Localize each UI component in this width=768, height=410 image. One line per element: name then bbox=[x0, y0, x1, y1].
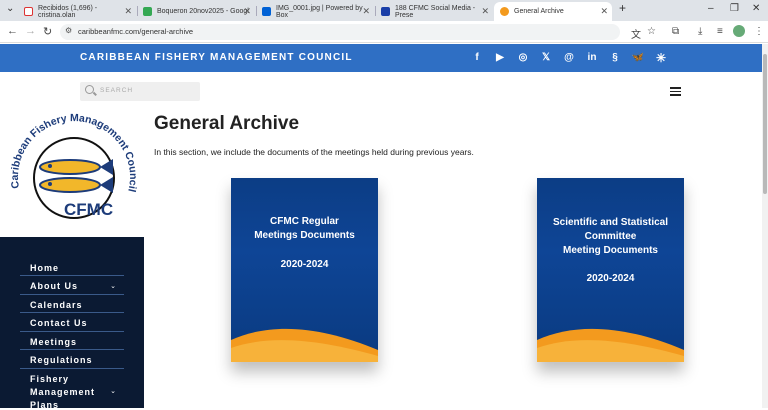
site-header-bar: CARIBBEAN FISHERY MANAGEMENT COUNCIL f ▶… bbox=[0, 44, 762, 72]
cfmc-icon bbox=[500, 7, 509, 16]
tab-gmail[interactable]: Recibidos (1,696) - cristina.olan ✕ bbox=[18, 2, 136, 21]
card-years: 2020-2024 bbox=[280, 259, 329, 270]
facebook-icon[interactable]: f bbox=[470, 51, 484, 65]
media-icon[interactable]: ≡ bbox=[717, 26, 723, 37]
scrollbar-thumb[interactable] bbox=[763, 54, 767, 194]
sidebar-item-calendars[interactable]: Calendars bbox=[20, 296, 124, 313]
profile-avatar-icon[interactable] bbox=[733, 25, 745, 37]
hamburger-menu-icon[interactable] bbox=[670, 87, 681, 96]
card-title-line: CFMC Regular bbox=[270, 216, 339, 227]
intro-text: In this section, we include the document… bbox=[154, 147, 474, 157]
linkedin-icon[interactable]: in bbox=[585, 51, 599, 65]
sidebar-item-label-line: Management bbox=[30, 387, 96, 397]
svg-text:CFMC: CFMC bbox=[64, 200, 113, 219]
menu-kebab-icon[interactable]: ⋮ bbox=[754, 26, 764, 37]
close-icon[interactable]: ✕ bbox=[481, 6, 489, 17]
sidebar-item-meetings[interactable]: Meetings bbox=[20, 333, 124, 350]
youtube-icon[interactable]: ▶ bbox=[493, 51, 507, 65]
close-icon[interactable]: ✕ bbox=[243, 6, 251, 17]
archive-card-ssc-meetings[interactable]: Scientific and Statistical Committee Mee… bbox=[537, 178, 684, 362]
sidebar-item-about-us[interactable]: About Us ⌄ bbox=[20, 277, 124, 295]
sidebar-item-label: Home bbox=[30, 263, 60, 273]
card-title-line: Meeting Documents bbox=[562, 245, 658, 256]
site-info-icon[interactable]: ⚙ bbox=[65, 26, 72, 35]
archive-card-cfmc-regular[interactable]: CFMC Regular Meetings Documents 2020-202… bbox=[231, 178, 378, 362]
google-drive-icon bbox=[143, 7, 152, 16]
chevron-down-icon[interactable]: ⌄ bbox=[110, 282, 116, 290]
site-title: CARIBBEAN FISHERY MANAGEMENT COUNCIL bbox=[80, 52, 353, 63]
sidebar-item-contact-us[interactable]: Contact Us bbox=[20, 314, 124, 332]
minimize-icon[interactable]: – bbox=[708, 3, 714, 14]
sidebar-item-fishery-management-plans[interactable]: Fishery Management Plans ⌄ bbox=[20, 370, 124, 410]
maximize-icon[interactable]: ❐ bbox=[730, 3, 739, 14]
address-bar-row: ← → ↻ ⚙ caribbeanfmc.com/general-archive… bbox=[0, 21, 768, 43]
tab-title: 188 CFMC Social Media - Prese bbox=[395, 4, 476, 19]
box-icon bbox=[262, 7, 271, 16]
asterisk-icon[interactable]: ✳ bbox=[654, 51, 668, 65]
page-scrollbar[interactable] bbox=[762, 44, 768, 408]
sidebar-item-home[interactable]: Home bbox=[20, 259, 124, 276]
tab-box[interactable]: IMG_0001.jpg | Powered by Box ✕ bbox=[256, 2, 374, 21]
sidebar-item-label: Meetings bbox=[30, 337, 78, 347]
url-field[interactable]: ⚙ caribbeanfmc.com/general-archive bbox=[60, 24, 620, 40]
back-icon[interactable]: ← bbox=[7, 25, 18, 37]
sidebar-item-label: Calendars bbox=[30, 300, 83, 310]
sidebar-item-label: Contact Us bbox=[30, 318, 88, 328]
x-icon[interactable]: 𝕏 bbox=[539, 51, 553, 65]
bookmark-star-icon[interactable]: ☆ bbox=[647, 26, 656, 37]
card-wave-graphic bbox=[537, 328, 684, 362]
sidebar-nav: Home About Us ⌄ Calendars Contact Us Mee… bbox=[0, 237, 144, 410]
bluesky-icon[interactable]: 🦋 bbox=[631, 51, 645, 65]
sidebar-item-label-line: Plans bbox=[30, 400, 60, 410]
tab-title: IMG_0001.jpg | Powered by Box bbox=[276, 4, 363, 19]
sidebar-item-regulations[interactable]: Regulations bbox=[20, 351, 124, 369]
browser-tab-bar: ⌄ Recibidos (1,696) - cristina.olan ✕ Bo… bbox=[0, 0, 768, 21]
card-wave-graphic bbox=[231, 328, 378, 362]
search-icon bbox=[85, 85, 94, 94]
sidebar-item-label-line: Fishery bbox=[30, 374, 70, 384]
instagram-icon[interactable]: ◎ bbox=[516, 51, 530, 65]
gmail-icon bbox=[24, 7, 33, 16]
slides-icon bbox=[381, 7, 390, 16]
tab-general-archive[interactable]: General Archive ✕ bbox=[494, 2, 612, 21]
search-input[interactable]: SEARCH bbox=[80, 82, 200, 101]
card-title-line: Meetings Documents bbox=[254, 230, 355, 241]
search-placeholder: SEARCH bbox=[100, 87, 134, 94]
card-years: 2020-2024 bbox=[586, 273, 635, 284]
tab-title: Recibidos (1,696) - cristina.olan bbox=[38, 4, 98, 19]
url-text: caribbeanfmc.com/general-archive bbox=[78, 27, 194, 36]
close-icon[interactable]: ✕ bbox=[600, 6, 608, 17]
translate-icon[interactable]: 文 bbox=[631, 26, 641, 41]
close-icon[interactable]: ✕ bbox=[362, 6, 370, 17]
extensions-icon[interactable]: ⧉ bbox=[672, 26, 679, 37]
forward-icon[interactable]: → bbox=[25, 25, 36, 37]
sidebar-item-label: Regulations bbox=[30, 355, 93, 365]
tab-title: Boqueron 20nov2025 - Googl bbox=[157, 8, 249, 15]
tab-title: General Archive bbox=[514, 8, 564, 15]
page-title: General Archive bbox=[154, 113, 300, 134]
tab-slides[interactable]: 188 CFMC Social Media - Prese ✕ bbox=[375, 2, 493, 21]
threads-alt-icon[interactable]: § bbox=[608, 51, 622, 65]
tab-search-icon[interactable]: ⌄ bbox=[6, 3, 14, 14]
threads-icon[interactable]: @ bbox=[562, 51, 576, 65]
sidebar-item-label: About Us bbox=[30, 281, 78, 291]
card-title-line: Scientific and Statistical bbox=[552, 217, 669, 228]
reload-icon[interactable]: ↻ bbox=[43, 25, 52, 38]
download-icon[interactable]: ⤓ bbox=[698, 26, 702, 37]
chevron-down-icon[interactable]: ⌄ bbox=[110, 387, 116, 395]
tab-drive[interactable]: Boqueron 20nov2025 - Googl ✕ bbox=[137, 2, 255, 21]
close-window-icon[interactable]: ✕ bbox=[752, 3, 760, 14]
new-tab-button[interactable]: + bbox=[619, 1, 626, 15]
cfmc-logo[interactable]: Caribbean Fishery Management Council CFM… bbox=[8, 112, 139, 222]
card-title-line: Committee bbox=[584, 231, 637, 242]
close-icon[interactable]: ✕ bbox=[124, 6, 132, 17]
